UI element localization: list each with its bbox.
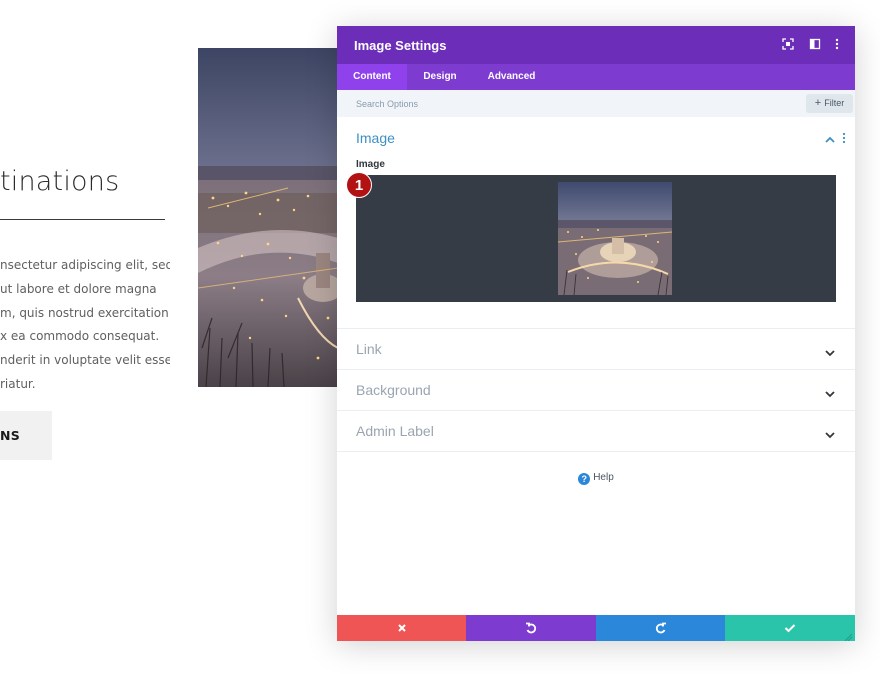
step-badge: 1 [346, 172, 372, 198]
background-paragraph: nsectetur adipiscing elit, sed ut labore… [0, 254, 170, 397]
split-view-icon[interactable] [808, 38, 822, 52]
chevron-down-icon[interactable] [824, 345, 836, 357]
accordion-label: Admin Label [356, 423, 434, 439]
tab-content[interactable]: Content [337, 64, 407, 90]
background-heading: tinations [0, 166, 120, 197]
paragraph-line: x ea commodo consequat. [0, 329, 160, 344]
check-icon [784, 624, 796, 633]
background-city-photo [198, 48, 338, 387]
redo-icon [655, 622, 666, 634]
undo-button[interactable] [466, 615, 596, 641]
accordion-label: Link [356, 341, 382, 357]
paragraph-line: ut labore et dolore magna [0, 281, 157, 296]
search-bar: +Filter [337, 90, 855, 117]
help-link[interactable]: ? Help [337, 472, 855, 485]
image-upload-box[interactable] [356, 175, 836, 302]
paragraph-line: nsectetur adipiscing elit, sed [0, 258, 170, 272]
modal-header: Image Settings [337, 26, 855, 64]
modal-footer [337, 615, 855, 641]
section-title-image[interactable]: Image [356, 130, 395, 146]
cancel-button[interactable] [337, 615, 467, 641]
image-settings-modal: Image Settings Content Design Advanced +… [337, 26, 855, 641]
section-options-icon[interactable] [842, 131, 846, 144]
filter-button[interactable]: + Filter [806, 94, 853, 113]
background-cta-label: NS [0, 428, 21, 443]
chevron-down-icon[interactable] [824, 427, 836, 439]
resize-handle-icon[interactable] [843, 629, 853, 641]
help-icon: ? [578, 473, 591, 485]
accordion-background[interactable]: Background [337, 369, 855, 410]
accordion-label: Background [356, 382, 431, 398]
image-thumbnail[interactable] [558, 182, 672, 295]
paragraph-line: riatur. [0, 376, 36, 391]
paragraph-line: nderit in voluptate velit esse [0, 353, 170, 368]
undo-icon [526, 622, 537, 634]
modal-title: Image Settings [354, 38, 447, 53]
help-label: Help [593, 472, 614, 483]
search-input[interactable] [337, 90, 797, 117]
tab-design[interactable]: Design [407, 64, 473, 90]
paragraph-line: m, quis nostrud exercitation [0, 305, 169, 320]
accordion-admin-label[interactable]: Admin Label [337, 410, 855, 452]
chevron-down-icon[interactable] [824, 386, 836, 398]
plus-icon: + [814, 97, 822, 109]
close-icon [398, 624, 406, 632]
tab-advanced[interactable]: Advanced [473, 64, 550, 90]
fullscreen-icon[interactable] [781, 38, 795, 52]
filter-label: Filter [824, 98, 845, 108]
redo-button[interactable] [596, 615, 726, 641]
background-divider [0, 219, 165, 220]
more-options-icon[interactable] [830, 38, 844, 52]
accordion-link[interactable]: Link [337, 328, 855, 369]
settings-tabs: Content Design Advanced [337, 64, 855, 90]
chevron-up-icon[interactable] [824, 132, 836, 143]
background-cta-button[interactable]: NS [0, 411, 52, 460]
image-field-label: Image [356, 159, 385, 170]
save-button[interactable] [725, 615, 855, 641]
